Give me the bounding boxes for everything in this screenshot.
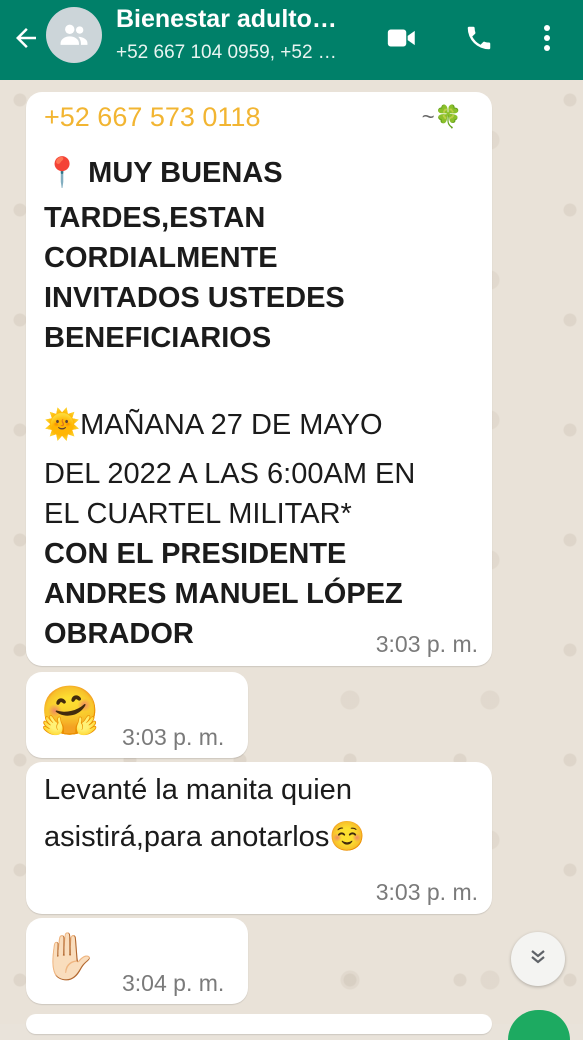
message-line: CORDIALMENTE [44,242,278,274]
group-avatar-icon[interactable] [46,7,102,63]
chat-title[interactable]: Bienestar adulto… [116,5,337,34]
message-bubble-partial[interactable] [26,1014,492,1034]
message-line: TARDES,ESTAN [44,202,266,234]
phone-icon[interactable] [459,18,499,58]
message-line: 🌞MAÑANA 27 DE MAYO [44,409,383,441]
message-line: DEL 2022 A LAS 6:00AM EN [44,458,416,490]
back-arrow-icon[interactable] [8,20,44,56]
message-line: Levanté la manita quien [44,774,352,806]
sender-name[interactable]: +52 667 573 0118 [44,102,260,133]
message-line: INVITADOS USTEDES [44,282,345,314]
message-time: 3:03 p. m. [375,631,478,657]
hugging-face-emoji: 🤗 [40,685,100,738]
message-bubble[interactable]: +52 667 573 0118 ~🍀 📍 MUY BUENAS TARDES,… [26,92,492,666]
message-line: EL CUARTEL MILITAR* [44,498,352,530]
scroll-to-bottom-button[interactable] [511,932,565,986]
message-line: 📍 MUY BUENAS [44,157,283,189]
message-line: ANDRES MANUEL LÓPEZ [44,578,403,610]
chat-participants[interactable]: +52 667 104 0959, +52 … [116,42,337,64]
double-chevron-down-icon [526,945,550,974]
message-time: 3:03 p. m. [122,724,225,750]
video-call-icon[interactable] [382,18,422,58]
message-bubble[interactable]: ✋🏻 3:04 p. m. [26,918,248,1004]
message-bubble[interactable]: 🤗 3:03 p. m. [26,672,248,758]
message-line: CON EL PRESIDENTE [44,538,347,570]
message-line: OBRADOR [44,618,194,650]
sender-suffix: ~🍀 [421,104,462,129]
message-time: 3:04 p. m. [122,970,225,996]
message-line: BENEFICIARIOS [44,322,272,354]
message-bubble[interactable]: Levanté la manita quien asistirá,para an… [26,762,492,914]
message-line: asistirá,para anotarlos☺️ [44,821,366,853]
raised-hand-emoji: ✋🏻 [40,930,98,982]
chat-header: Bienestar adulto… +52 667 104 0959, +52 … [0,0,583,80]
message-time: 3:03 p. m. [375,879,478,905]
more-options-icon[interactable] [527,18,567,58]
